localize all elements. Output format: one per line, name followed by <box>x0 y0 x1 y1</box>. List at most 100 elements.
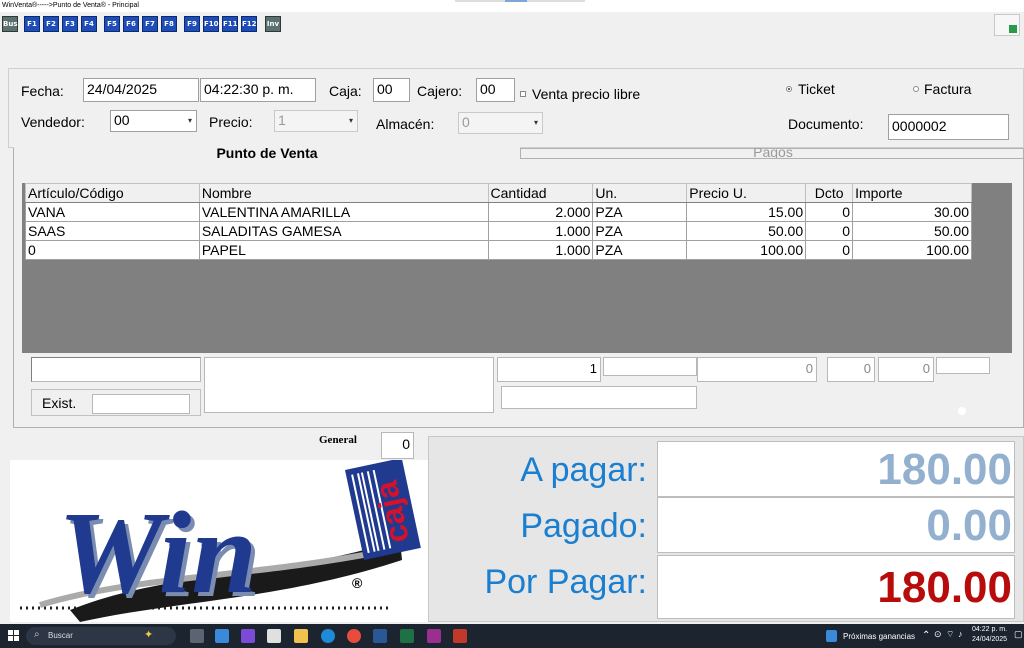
factura-radio[interactable] <box>913 86 919 92</box>
vendedor-select[interactable]: 00 ▾ <box>110 110 197 132</box>
f6-button[interactable]: F6 <box>123 16 139 32</box>
importe-input[interactable]: 0 <box>878 357 934 382</box>
col-articulo[interactable]: Artículo/Código <box>25 183 200 203</box>
volume-icon[interactable]: ♪ <box>958 629 963 639</box>
taskbar: ⌕ Buscar ✦ Próximas ganancias ⌃ ⊙ ⌔ ♪ 04… <box>0 624 1024 648</box>
dcto-input[interactable]: 0 <box>827 357 875 382</box>
taskbar-search[interactable]: ⌕ Buscar ✦ <box>26 627 176 645</box>
cell-precio: 15.00 <box>686 202 807 222</box>
notas-input[interactable] <box>501 386 697 409</box>
col-precio[interactable]: Precio U. <box>686 183 807 203</box>
cell-unidad: PZA <box>592 240 688 260</box>
cajero-field[interactable]: 00 <box>476 78 515 102</box>
teams-icon[interactable] <box>241 629 255 643</box>
descripcion-box[interactable] <box>204 357 494 413</box>
f2-button[interactable]: F2 <box>43 16 59 32</box>
precio-value: 1 <box>278 112 286 128</box>
chevron-up-icon[interactable]: ⌃ <box>922 630 930 641</box>
network-icon[interactable]: ⊙ <box>934 629 942 640</box>
search-button[interactable]: Bus <box>2 16 18 32</box>
ticket-radio[interactable] <box>786 86 792 92</box>
items-grid[interactable]: Artículo/Código Nombre Cantidad Un. Prec… <box>22 183 1012 353</box>
cell-nombre: SALADITAS GAMESA <box>198 221 489 241</box>
f7-button[interactable]: F7 <box>142 16 158 32</box>
taskbar-news[interactable]: Próximas ganancias <box>843 632 915 641</box>
tab-punto-de-venta[interactable]: Punto de Venta <box>14 145 520 161</box>
search-icon: ⌕ <box>34 629 40 640</box>
cell-precio: 50.00 <box>686 221 807 241</box>
a-pagar-label: A pagar: <box>520 451 647 489</box>
chrome-icon[interactable] <box>347 629 361 643</box>
excel-icon[interactable] <box>400 629 414 643</box>
col-importe[interactable]: Importe <box>852 183 972 203</box>
taskbar-time[interactable]: 04:22 p. m. <box>972 626 1007 633</box>
notification-icon[interactable]: ▢ <box>1014 629 1023 640</box>
toolbar: Bus F1 F2 F3 F4 F5 F6 F7 F8 F9 F10 F11 F… <box>0 12 1024 38</box>
f8-button[interactable]: F8 <box>161 16 177 32</box>
f10-button[interactable]: F10 <box>203 16 219 32</box>
f12-button[interactable]: F12 <box>241 16 257 32</box>
copilot-icon[interactable] <box>215 629 229 643</box>
word-icon[interactable] <box>373 629 387 643</box>
inventory-button[interactable]: Inv <box>265 16 281 32</box>
almacen-select[interactable]: 0 ▾ <box>458 112 543 134</box>
wifi-icon[interactable]: ⌔ <box>946 629 954 640</box>
venta-libre-checkbox[interactable] <box>520 91 526 97</box>
f3-button[interactable]: F3 <box>62 16 78 32</box>
status-icon-button[interactable] <box>994 14 1020 36</box>
chevron-down-icon: ▾ <box>533 118 538 127</box>
table-row[interactable]: SAAS SALADITAS GAMESA 1.000 PZA 50.00 0 … <box>25 221 972 241</box>
ticket-label: Ticket <box>798 81 835 97</box>
precio-input[interactable]: 0 <box>697 357 817 382</box>
f1-button[interactable]: F1 <box>24 16 40 32</box>
cantidad-input[interactable]: 1 <box>497 357 601 382</box>
almacen-label: Almacén: <box>376 116 435 132</box>
f4-button[interactable]: F4 <box>81 16 97 32</box>
app-icon[interactable] <box>453 629 467 643</box>
unidad-input[interactable] <box>603 357 697 376</box>
codigo-input[interactable] <box>31 357 201 382</box>
taskbar-date[interactable]: 24/04/2025 <box>972 636 1007 643</box>
por-pagar-value: 180.00 <box>657 555 1015 619</box>
f5-button[interactable]: F5 <box>104 16 120 32</box>
store-icon[interactable] <box>267 629 281 643</box>
documento-field[interactable]: 0000002 <box>888 114 1009 140</box>
pagado-value: 0.00 <box>657 497 1015 553</box>
hora-field[interactable]: 04:22:30 p. m. <box>200 78 316 102</box>
col-cantidad[interactable]: Cantidad <box>487 183 594 203</box>
exist-field <box>92 394 190 414</box>
inventory-icon: Inv <box>266 20 280 28</box>
cell-unidad: PZA <box>592 202 688 222</box>
winventa-icon[interactable] <box>427 629 441 643</box>
task-view-icon[interactable] <box>190 629 204 643</box>
col-dcto[interactable]: Dcto <box>805 183 854 203</box>
general-label: General <box>319 434 357 446</box>
edge-icon[interactable] <box>321 629 335 643</box>
cell-importe: 50.00 <box>852 221 972 241</box>
chevron-down-icon: ▾ <box>348 116 353 125</box>
logo-text: Win <box>58 487 257 618</box>
news-icon <box>826 630 837 642</box>
extra-input[interactable] <box>936 357 990 374</box>
fecha-field[interactable]: 24/04/2025 <box>83 78 199 102</box>
cell-unidad: PZA <box>592 221 688 241</box>
file-explorer-icon[interactable] <box>294 629 308 643</box>
caja-field[interactable]: 00 <box>373 78 410 102</box>
windows-start-button[interactable] <box>8 630 19 641</box>
almacen-value: 0 <box>462 114 470 130</box>
cell-precio: 100.00 <box>686 240 807 260</box>
fecha-label: Fecha: <box>21 83 64 99</box>
col-unidad[interactable]: Un. <box>592 183 688 203</box>
f9-button[interactable]: F9 <box>184 16 200 32</box>
table-row[interactable]: 0 PAPEL 1.000 PZA 100.00 0 100.00 <box>25 240 972 260</box>
general-field[interactable]: 0 <box>381 432 414 459</box>
cell-importe: 30.00 <box>852 202 972 222</box>
table-row[interactable]: VANA VALENTINA AMARILLA 2.000 PZA 15.00 … <box>25 202 972 222</box>
wincaja-logo-graphic: Win Win caja ® <box>20 457 421 622</box>
f11-button[interactable]: F11 <box>222 16 238 32</box>
tab-pagos[interactable]: Pagos <box>520 148 1024 159</box>
precio-select[interactable]: 1 ▾ <box>274 110 358 132</box>
col-nombre[interactable]: Nombre <box>198 183 489 203</box>
wincaja-logo: Win Win caja ® <box>10 457 428 622</box>
pagado-label: Pagado: <box>520 507 647 545</box>
